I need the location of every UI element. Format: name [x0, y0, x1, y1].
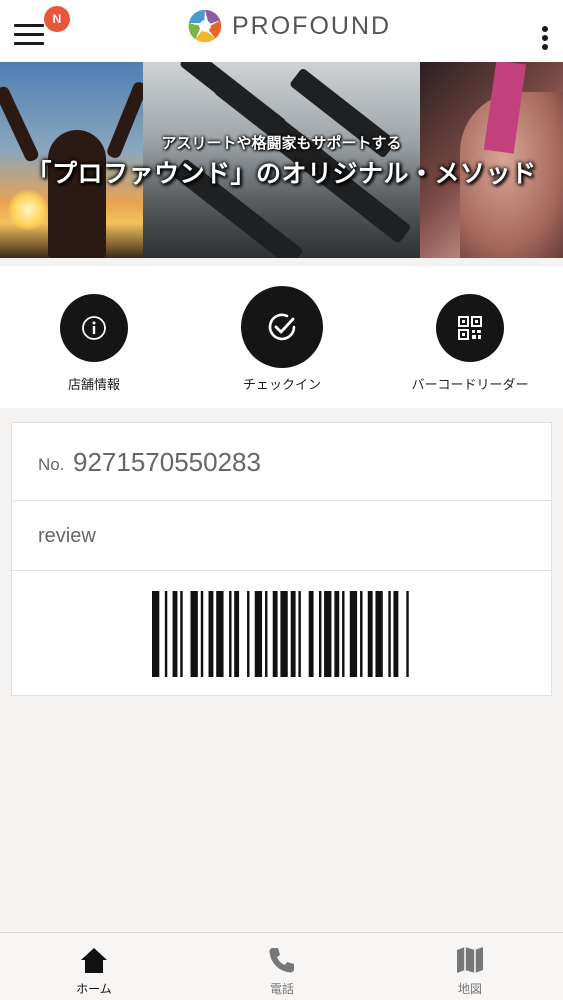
member-card: No. 9271570550283 review — [11, 422, 552, 696]
barcode-bar — [234, 591, 240, 677]
barcode-bar — [208, 591, 214, 677]
barcode-bar — [334, 591, 340, 677]
member-number-prefix: No. — [38, 455, 65, 474]
barcode-bar — [324, 591, 332, 677]
bottom-tab-bar: ホーム 電話 地図 — [0, 932, 563, 1000]
tab-phone[interactable]: 電話 — [188, 933, 376, 1000]
barcode-bar — [349, 591, 358, 677]
shortcut-store-info[interactable]: 店舗情報 — [0, 266, 188, 408]
barcode-bar — [247, 591, 250, 677]
tab-label: ホーム — [76, 982, 112, 996]
shortcut-label: バーコードリーダー — [411, 378, 529, 393]
barcode-bar — [318, 591, 322, 677]
barcode-bar — [172, 591, 178, 677]
barcode-bar — [367, 591, 373, 677]
brand-logo-icon — [188, 9, 222, 43]
shortcut-row: 店舗情報 チェックイン バーコードリーダー — [0, 266, 563, 408]
shortcut-label: 店舗情報 — [67, 378, 120, 393]
tab-home[interactable]: ホーム — [0, 933, 188, 1000]
map-icon — [457, 947, 483, 973]
hero-title: 「プロファウンド」のオリジナル・メソッド — [26, 159, 537, 188]
barcode-bar — [342, 591, 345, 677]
checkmark-icon — [241, 286, 323, 368]
barcode-bar — [272, 591, 278, 677]
barcode-bar — [280, 591, 288, 677]
barcode-bar — [180, 591, 183, 677]
hero-subtitle: アスリートや格闘家もサポートする — [161, 134, 402, 152]
barcode-icon — [152, 591, 409, 677]
barcode-bar — [298, 591, 301, 677]
info-icon — [60, 294, 128, 362]
tab-label: 地図 — [457, 982, 482, 996]
barcode-bar — [290, 591, 296, 677]
barcode-bar — [254, 591, 263, 677]
vertical-dots-icon[interactable] — [541, 26, 549, 50]
barcode-bar — [388, 591, 391, 677]
app-header: N PROFOUND — [0, 0, 563, 62]
barcode-bar — [152, 591, 160, 677]
notification-badge[interactable]: N — [44, 6, 70, 32]
brand-name: PROFOUND — [232, 11, 392, 40]
barcode-bar — [406, 591, 409, 677]
review-row[interactable]: review — [12, 501, 551, 571]
shortcut-label: チェックイン — [242, 378, 321, 393]
shortcut-check-in[interactable]: チェックイン — [188, 266, 376, 408]
phone-icon — [269, 948, 294, 973]
barcode-bar — [216, 591, 224, 677]
qr-code-icon — [436, 294, 504, 362]
member-number: 9271570550283 — [73, 447, 261, 477]
barcode-bar — [200, 591, 204, 677]
brand[interactable]: PROFOUND — [186, 6, 391, 46]
tab-map[interactable]: 地図 — [376, 933, 563, 1000]
hero-banner[interactable]: アスリートや格闘家もサポートする 「プロファウンド」のオリジナル・メソッド — [0, 62, 563, 258]
barcode-bar — [229, 591, 232, 677]
home-icon — [81, 948, 107, 973]
hamburger-menu-icon[interactable] — [14, 24, 46, 48]
member-number-row: No. 9271570550283 — [12, 423, 551, 501]
barcode-bar — [375, 591, 383, 677]
barcode-bar — [308, 591, 314, 677]
review-label: review — [38, 525, 96, 547]
barcode-bar — [190, 591, 198, 677]
barcode-bar — [265, 591, 268, 677]
barcode-bar — [164, 591, 168, 677]
barcode-bar — [360, 591, 363, 677]
shortcut-barcode-reader[interactable]: バーコードリーダー — [376, 266, 563, 408]
tab-label: 電話 — [269, 982, 294, 996]
barcode-bar — [393, 591, 399, 677]
